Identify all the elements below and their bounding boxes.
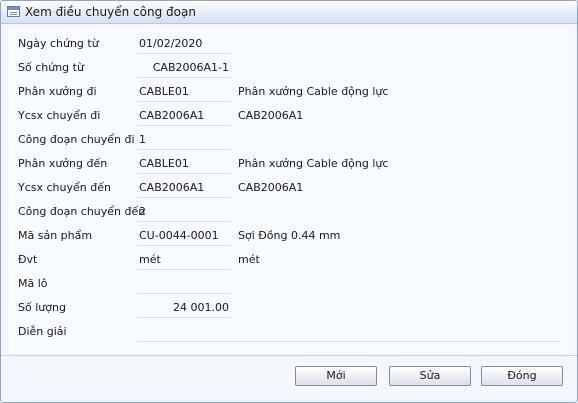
row-dien-giai: Diễn giải (9, 322, 569, 342)
ngay-chung-tu-field[interactable]: 01/02/2020 (137, 34, 231, 54)
ma-lo-label: Mã lô (18, 277, 48, 290)
row-so-luong: Số lượng 24 001.00 (9, 298, 569, 318)
dvt-desc: mét (238, 253, 260, 266)
row-dvt: Đvt mét mét (9, 250, 569, 270)
ma-lo-field[interactable] (137, 274, 231, 294)
so-luong-field[interactable]: 24 001.00 (137, 298, 231, 318)
form-window-icon (7, 6, 20, 17)
so-chung-tu-label: Số chứng từ (18, 61, 84, 74)
so-luong-label: Số lượng (18, 301, 66, 314)
form-body: Ngày chứng từ 01/02/2020 Số chứng từ CAB… (9, 29, 569, 354)
row-phan-xuong-den: Phân xưởng đến CABLE01 Phân xưởng Cable … (9, 154, 569, 174)
ycsx-chuyen-den-label: Ycsx chuyển đến (18, 181, 111, 194)
cong-doan-chuyen-den-label: Công đoạn chuyển đến (18, 205, 146, 218)
phan-xuong-den-desc: Phân xưởng Cable động lực (238, 157, 389, 170)
footer-divider (1, 355, 577, 356)
row-ngay-chung-tu: Ngày chứng từ 01/02/2020 (9, 34, 569, 54)
phan-xuong-den-label: Phân xưởng đến (18, 157, 108, 170)
row-so-chung-tu: Số chứng từ CAB2006A1-1 (9, 58, 569, 78)
so-chung-tu-field[interactable]: CAB2006A1-1 (137, 58, 231, 78)
row-ma-san-pham: Mã sản phẩm CU-0044-0001 Sợi Đồng 0.44 m… (9, 226, 569, 246)
ma-san-pham-desc: Sợi Đồng 0.44 mm (238, 229, 341, 242)
title-bar: Xem điều chuyển công đoạn (1, 1, 577, 24)
edit-button[interactable]: Sửa (389, 366, 471, 386)
row-ycsx-chuyen-den: Ycsx chuyển đến CAB2006A1 CAB2006A1 (9, 178, 569, 198)
ycsx-chuyen-di-field[interactable]: CAB2006A1 (137, 106, 231, 126)
ngay-chung-tu-label: Ngày chứng từ (18, 37, 99, 50)
row-ycsx-chuyen-di: Ycsx chuyển đi CAB2006A1 CAB2006A1 (9, 106, 569, 126)
phan-xuong-den-field[interactable]: CABLE01 (137, 154, 231, 174)
row-cong-doan-chuyen-den: Công đoạn chuyển đến 2 (9, 202, 569, 222)
cong-doan-chuyen-di-label: Công đoạn chuyển đi (18, 133, 135, 146)
row-cong-doan-chuyen-di: Công đoạn chuyển đi 1 (9, 130, 569, 150)
phan-xuong-di-desc: Phân xưởng Cable động lực (238, 85, 389, 98)
dien-giai-label: Diễn giải (18, 325, 67, 338)
view-transfer-window: Xem điều chuyển công đoạn Ngày chứng từ … (0, 0, 578, 403)
new-button[interactable]: Mới (295, 366, 377, 386)
ycsx-chuyen-di-desc: CAB2006A1 (238, 109, 304, 122)
ma-san-pham-label: Mã sản phẩm (18, 229, 93, 242)
cong-doan-chuyen-di-field[interactable]: 1 (137, 130, 231, 150)
close-button[interactable]: Đóng (481, 366, 563, 386)
dvt-label: Đvt (18, 253, 38, 266)
ma-san-pham-field[interactable]: CU-0044-0001 (137, 226, 231, 246)
phan-xuong-di-field[interactable]: CABLE01 (137, 82, 231, 102)
row-ma-lo: Mã lô (9, 274, 569, 294)
ycsx-chuyen-di-label: Ycsx chuyển đi (18, 109, 101, 122)
dvt-field[interactable]: mét (137, 250, 231, 270)
ycsx-chuyen-den-field[interactable]: CAB2006A1 (137, 178, 231, 198)
row-phan-xuong-di: Phân xưởng đi CABLE01 Phân xưởng Cable đ… (9, 82, 569, 102)
dien-giai-field[interactable] (137, 322, 561, 342)
ycsx-chuyen-den-desc: CAB2006A1 (238, 181, 304, 194)
window-title: Xem điều chuyển công đoạn (25, 5, 196, 19)
phan-xuong-di-label: Phân xưởng đi (18, 85, 97, 98)
cong-doan-chuyen-den-field[interactable]: 2 (137, 202, 231, 222)
